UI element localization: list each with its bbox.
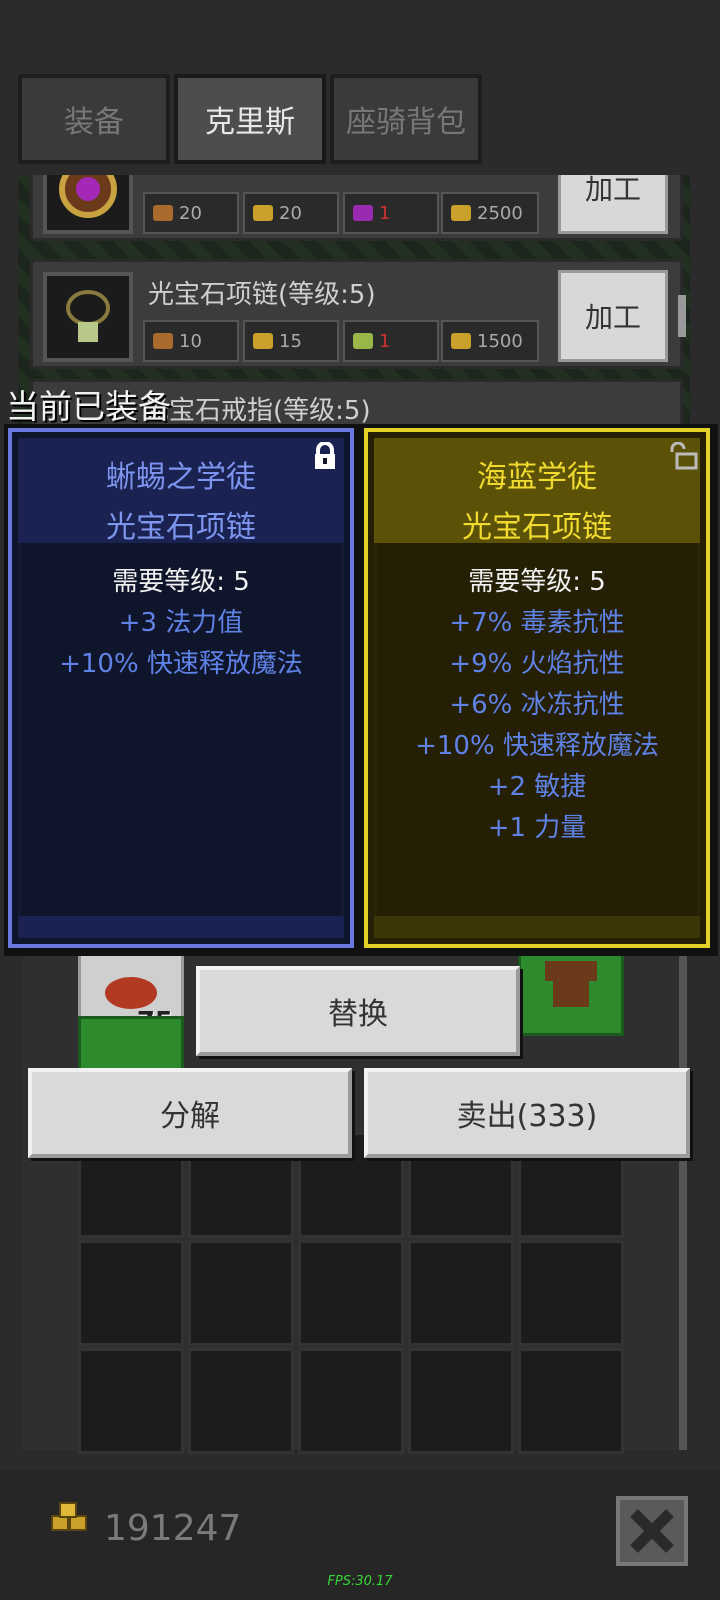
craft-scrollbar[interactable] [678,295,686,337]
inventory-slot[interactable] [188,1348,294,1454]
gold-coins-icon [451,333,471,349]
cost-gold: 2500 [441,192,539,234]
craft-button[interactable]: 加工 [558,270,668,362]
inventory-slot[interactable] [408,1348,514,1454]
equipped-item-card: 蜥蜴之学徒 光宝石项链 需要等级: 5 +3 法力值 +10% 快速释放魔法 [8,428,354,948]
fps-counter: FPS:30.17 [327,1574,393,1589]
item-name: 海蓝学徒 [477,460,597,495]
cost-ore: 10 [143,320,239,362]
necklace-icon [43,272,133,362]
gold-coins-icon [48,1500,90,1534]
ore-icon [153,205,173,221]
level-requirement: 需要等级: 5 [468,567,606,597]
inventory-slot[interactable] [518,1348,624,1454]
gold-pile-icon [253,205,273,221]
inventory-slot[interactable] [188,1240,294,1346]
craft-row: 20 20 1 2500 加工 [30,175,683,241]
item-type: 光宝石项链 [462,510,612,545]
stat-line: +7% 毒素抗性 [449,608,625,638]
ore-icon [153,333,173,349]
sell-button[interactable]: 卖出(333) [364,1068,690,1158]
close-button[interactable] [616,1496,688,1566]
item-type: 光宝石项链 [106,510,256,545]
amulet-icon [43,175,133,234]
cost-gem: 1 [343,320,439,362]
purple-gem-icon [353,205,373,221]
cost-gold: 1500 [441,320,539,362]
item-stats: 需要等级: 5 +7% 毒素抗性 +9% 火焰抗性 +6% 冰冻抗性 +10% … [368,562,706,849]
inventory-slot[interactable] [298,1240,404,1346]
card-footer [374,916,700,938]
stat-line: +10% 快速释放魔法 [415,731,659,761]
inventory-scrollbar[interactable] [679,940,687,1450]
cost-value: 10 [179,330,202,352]
inventory-slot[interactable] [518,1240,624,1346]
cost-gem: 1 [343,192,439,234]
candidate-item-card: 海蓝学徒 光宝石项链 需要等级: 5 +7% 毒素抗性 +9% 火焰抗性 +6%… [364,428,710,948]
cost-value: 20 [179,202,202,224]
cost-value: 2500 [477,202,523,224]
craft-button[interactable]: 加工 [558,175,668,234]
stat-line: +2 敏捷 [487,772,587,802]
gold-pile-icon [253,333,273,349]
replace-button[interactable]: 替换 [196,966,520,1056]
close-icon [630,1509,674,1553]
inventory-slot[interactable] [298,1348,404,1454]
stat-line: +10% 快速释放魔法 [59,649,303,679]
level-requirement: 需要等级: 5 [112,567,250,597]
green-gem-icon [353,333,373,349]
stat-line: +3 法力值 [118,608,244,638]
cost-gold-pile: 15 [243,320,339,362]
lock-icon[interactable] [312,441,338,470]
tab-equipment[interactable]: 装备 [18,74,170,164]
equipped-title: 当前已装备 [6,387,171,426]
tab-bar: 装备 克里斯 座骑背包 [18,74,498,164]
cost-ore: 20 [143,192,239,234]
tab-character[interactable]: 克里斯 [174,74,326,164]
unlock-icon[interactable] [668,441,698,470]
cost-value: 15 [279,330,302,352]
cost-gold-pile: 20 [243,192,339,234]
gold-coins-icon [451,205,471,221]
tab-mount-bag[interactable]: 座骑背包 [330,74,482,164]
item-name: 蜥蜴之学徒 [106,460,256,495]
compare-overlay: 蜥蜴之学徒 光宝石项链 需要等级: 5 +3 法力值 +10% 快速释放魔法 海… [4,424,718,956]
card-footer [18,916,344,938]
craft-row: 光宝石项链(等级:5) 10 15 1 1500 加工 [30,259,683,369]
cost-value: 1 [379,330,391,352]
stat-line: +1 力量 [487,813,587,843]
cost-value: 20 [279,202,302,224]
craft-item-name: 光宝石戒指(等级:5) [143,396,371,426]
stat-line: +6% 冰冻抗性 [449,690,625,720]
item-stats: 需要等级: 5 +3 法力值 +10% 快速释放魔法 [12,562,350,685]
gold-amount: 191247 [104,1508,242,1549]
inventory-slot[interactable] [408,1240,514,1346]
inventory-slot[interactable] [78,1240,184,1346]
armor-icon [533,945,609,1021]
cost-value: 1 [379,202,391,224]
inventory-slot[interactable] [78,1348,184,1454]
stat-line: +9% 火焰抗性 [449,649,625,679]
decompose-button[interactable]: 分解 [28,1068,352,1158]
cost-value: 1500 [477,330,523,352]
craft-item-name: 光宝石项链(等级:5) [148,280,376,310]
